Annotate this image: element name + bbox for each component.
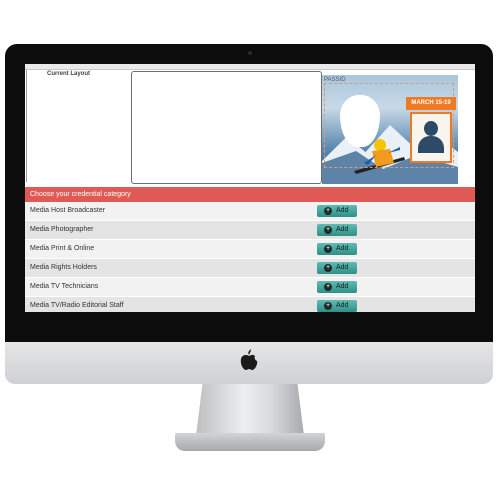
- photo-placeholder: [410, 112, 452, 163]
- layout-preview-panel[interactable]: [131, 71, 322, 184]
- imac-base: [175, 433, 325, 451]
- list-item: Media Host Broadcaster + Add: [25, 202, 475, 221]
- menu-bar: [25, 64, 475, 70]
- person-silhouette-icon: [424, 121, 438, 136]
- app-screen: Current Layout PASSID MARCH 15-19 Choose: [25, 64, 475, 312]
- add-button[interactable]: + Add: [317, 243, 357, 255]
- plus-circle-icon: +: [324, 207, 332, 215]
- credential-card-preview: PASSID MARCH 15-19: [322, 75, 458, 184]
- add-button-label: Add: [336, 302, 349, 309]
- add-button-label: Add: [336, 264, 349, 271]
- card-label: PASSID: [324, 77, 346, 83]
- category-label: Media Host Broadcaster: [30, 207, 106, 214]
- plus-circle-icon: +: [324, 226, 332, 234]
- person-silhouette-body: [418, 136, 444, 153]
- list-item: Media TV Technicians + Add: [25, 278, 475, 297]
- category-label: Media Rights Holders: [30, 264, 97, 271]
- imac-device: Current Layout PASSID MARCH 15-19 Choose: [0, 0, 500, 500]
- category-label: Media Print & Online: [30, 245, 95, 252]
- add-button[interactable]: + Add: [317, 300, 357, 312]
- category-list: Media Host Broadcaster + Add Media Photo…: [25, 202, 475, 312]
- add-button-label: Add: [336, 226, 349, 233]
- imac-stand: [196, 384, 304, 436]
- add-button[interactable]: + Add: [317, 281, 357, 293]
- add-button-label: Add: [336, 207, 349, 214]
- plus-circle-icon: +: [324, 245, 332, 253]
- category-label: Media TV Technicians: [30, 283, 99, 290]
- add-button[interactable]: + Add: [317, 262, 357, 274]
- plus-circle-icon: +: [324, 264, 332, 272]
- category-label: Media TV/Radio Editorial Staff: [30, 302, 124, 309]
- add-button-label: Add: [336, 245, 349, 252]
- add-button[interactable]: + Add: [317, 205, 357, 217]
- divider: [26, 70, 27, 182]
- plus-circle-icon: +: [324, 302, 332, 310]
- category-header: Choose your credential category: [25, 187, 475, 202]
- list-item: Media TV/Radio Editorial Staff + Add: [25, 297, 475, 312]
- category-label: Media Photographer: [30, 226, 94, 233]
- list-item: Media Rights Holders + Add: [25, 259, 475, 278]
- list-item: Media Print & Online + Add: [25, 240, 475, 259]
- category-header-label: Choose your credential category: [30, 191, 131, 198]
- add-button[interactable]: + Add: [317, 224, 357, 236]
- camera-icon: [248, 51, 252, 55]
- list-item: Media Photographer + Add: [25, 221, 475, 240]
- event-date-banner: MARCH 15-19: [406, 97, 456, 110]
- apple-logo-icon: [240, 349, 258, 370]
- plus-circle-icon: +: [324, 283, 332, 291]
- current-layout-title: Current Layout: [47, 71, 91, 77]
- add-button-label: Add: [336, 283, 349, 290]
